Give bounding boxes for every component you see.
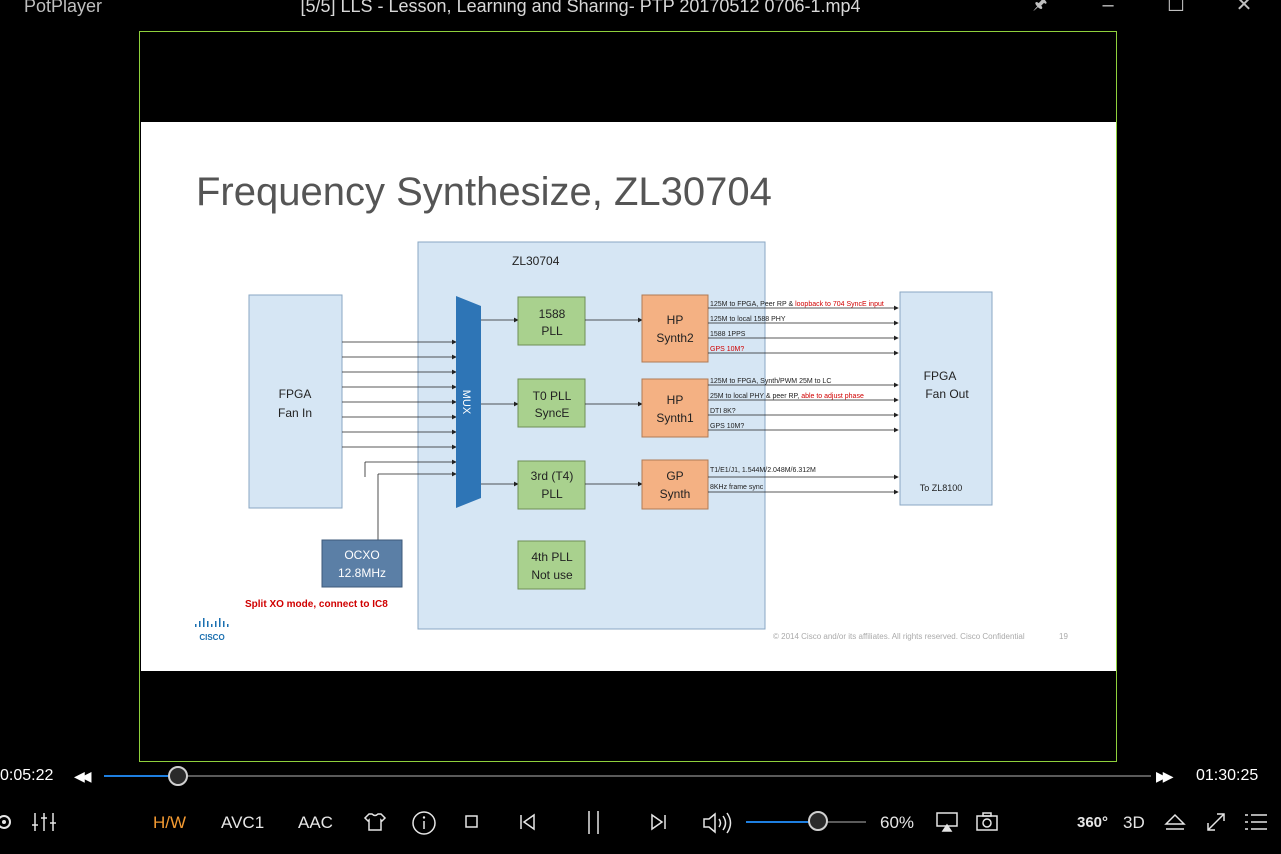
synth-1-line1: HP [667, 313, 684, 327]
pll-2-line2: SyncE [535, 406, 570, 420]
equalizer-icon[interactable] [31, 810, 59, 836]
volume-percent: 60% [880, 813, 915, 832]
title-bar: PotPlayer [5/5] LLS - Lesson, Learning a… [0, 0, 1281, 18]
fpga-out-line1: FPGA [924, 369, 957, 383]
seek-bar-handle[interactable] [168, 766, 189, 786]
output-label-10: 8KHz frame sync [710, 484, 764, 491]
synth-1-line2: Synth2 [656, 331, 694, 345]
synth-2-line1: HP [667, 393, 684, 407]
split-xo-note: Split XO mode, connect to IC8 [245, 599, 388, 610]
hw-acceleration-button[interactable]: H/W [153, 810, 186, 836]
output-label-9: T1/E1/J1, 1.544M/2.048M/6.312M [710, 467, 816, 474]
mux-label: MUX [460, 390, 472, 415]
vr-360-button[interactable]: 360° [1077, 810, 1108, 836]
video-codec-button[interactable]: AVC1 [221, 810, 264, 836]
ocxo-line2: 12.8MHz [338, 566, 386, 580]
cisco-logo-text: CISCO [199, 633, 224, 642]
total-time: 01:30:25 [1196, 767, 1259, 784]
output-label-7: DTI 8K? [710, 408, 736, 415]
pll-4-line2: Not use [531, 568, 573, 582]
next-icon[interactable] [648, 810, 670, 836]
minimize-button[interactable]: – [1093, 0, 1123, 16]
output-label-2: 125M to local 1588 PHY [710, 316, 786, 323]
seek-forward-icon[interactable]: ▶▶ [1156, 768, 1173, 785]
fpga-in-line1: FPGA [279, 387, 312, 401]
slide-copyright: © 2014 Cisco and/or its affiliates. All … [773, 632, 1025, 641]
current-time: 0:05:22 [0, 767, 54, 784]
screenshot-icon[interactable] [974, 810, 1000, 836]
video-slide: Frequency Synthesize, ZL30704 ZL30704 FP… [141, 122, 1116, 671]
synth-3-line2: Synth [660, 487, 691, 501]
pause-icon[interactable] [583, 810, 605, 836]
output-label-6: 25M to local PHY & peer RP, able to adju… [710, 393, 864, 400]
eject-icon[interactable] [1163, 810, 1187, 836]
output-label-1: 125M to FPGA, Peer RP & loopback to 704 … [710, 301, 884, 308]
output-label-4: GPS 10M? [710, 346, 744, 353]
seek-back-icon[interactable]: ◀◀ [74, 768, 91, 785]
three-d-button[interactable]: 3D [1123, 810, 1145, 836]
seek-bar-progress [104, 775, 179, 777]
settings-icon[interactable] [0, 810, 14, 836]
output-label-3: 1588 1PPS [710, 331, 746, 338]
volume-slider[interactable] [746, 811, 866, 831]
volume-icon[interactable] [701, 810, 733, 836]
window-title: [5/5] LLS - Lesson, Learning and Sharing… [300, 0, 861, 16]
fpga-in-box [248, 294, 343, 509]
fpga-in-line2: Fan In [278, 406, 312, 420]
maximize-button[interactable]: ☐ [1161, 0, 1191, 16]
slide-page-number: 19 [1059, 632, 1068, 641]
close-button[interactable]: ✕ [1229, 0, 1259, 16]
pll-3-line1: 3rd (T4) [531, 469, 574, 483]
audio-codec-button[interactable]: AAC [298, 810, 333, 836]
pll-4-line1: 4th PLL [531, 550, 573, 564]
playlist-icon[interactable] [1243, 810, 1269, 836]
stop-icon[interactable] [462, 810, 482, 836]
output-label-5: 125M to FPGA, Synth/PWM 25M to LC [710, 378, 831, 385]
pll-1-line1: 1588 [539, 307, 566, 321]
fullscreen-icon[interactable] [1204, 810, 1228, 836]
synth-2-line2: Synth1 [656, 411, 694, 425]
synth-3-line1: GP [666, 469, 683, 483]
seek-bar[interactable] [104, 766, 1151, 786]
pin-icon[interactable]: 🖈︎ [1025, 0, 1055, 16]
cast-icon[interactable] [934, 810, 960, 836]
chip-label: ZL30704 [512, 254, 560, 268]
previous-icon[interactable] [516, 810, 538, 836]
video-area[interactable]: Frequency Synthesize, ZL30704 ZL30704 FP… [139, 31, 1117, 762]
pll-2-line1: T0 PLL [533, 389, 572, 403]
volume-handle[interactable] [808, 811, 828, 831]
skin-icon[interactable] [362, 810, 388, 836]
info-icon[interactable] [411, 810, 437, 836]
ocxo-line1: OCXO [344, 548, 379, 562]
block-diagram: ZL30704 FPGA Fan In MUX 1588 PLL T0 PLL … [195, 241, 993, 642]
pll-3-line2: PLL [541, 487, 563, 501]
pll-1-line2: PLL [541, 324, 563, 338]
fpga-out-line2: Fan Out [925, 387, 969, 401]
fpga-out-note: To ZL8100 [920, 483, 963, 493]
output-label-8: GPS 10M? [710, 423, 744, 430]
cisco-logo [195, 618, 229, 627]
